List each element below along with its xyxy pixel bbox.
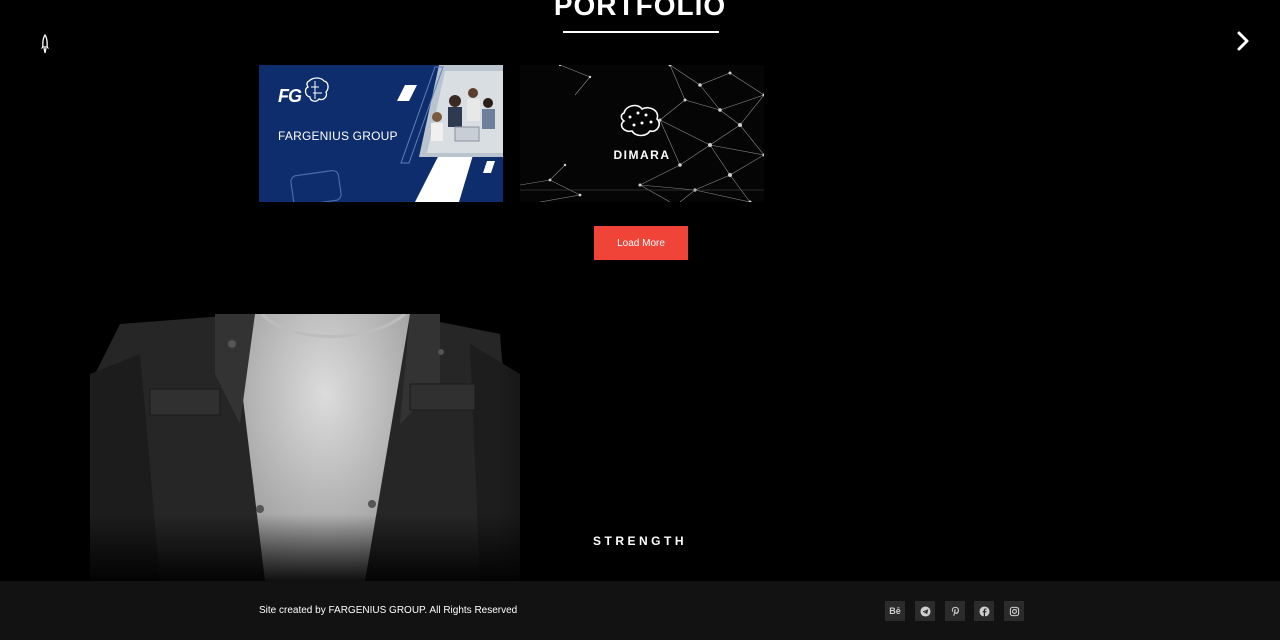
strength-caption: STRENGTH [593,534,687,548]
facebook-icon[interactable] [974,601,994,621]
pinterest-icon[interactable] [945,601,965,621]
dimara-card-title: DIMARA [613,148,671,162]
brain-icon [304,77,329,102]
rocket-icon[interactable] [37,34,53,56]
chevron-right-icon[interactable] [1230,28,1256,54]
footer: Site created by FARGENIUS GROUP. All Rig… [0,581,1280,640]
portfolio-card-dimara[interactable]: DIMARA [520,65,764,202]
fg-card-title: FARGENIUS GROUP [278,129,398,143]
network-background [520,65,764,202]
load-more-button[interactable]: Load More [594,226,688,260]
page: PORTFOLIO FG FARGENIUS GROUP DIMARA Load… [0,0,1280,640]
fg-logo: FG [278,86,302,106]
telegram-icon[interactable] [915,601,935,621]
title-underline [563,31,719,33]
footer-copyright: Site created by FARGENIUS GROUP. All Rig… [259,605,518,616]
behance-icon[interactable]: Bē [885,601,905,621]
portfolio-card-fargenius[interactable]: FG FARGENIUS GROUP [259,65,503,202]
portfolio-title: PORTFOLIO [553,0,727,21]
instagram-icon[interactable] [1004,601,1024,621]
